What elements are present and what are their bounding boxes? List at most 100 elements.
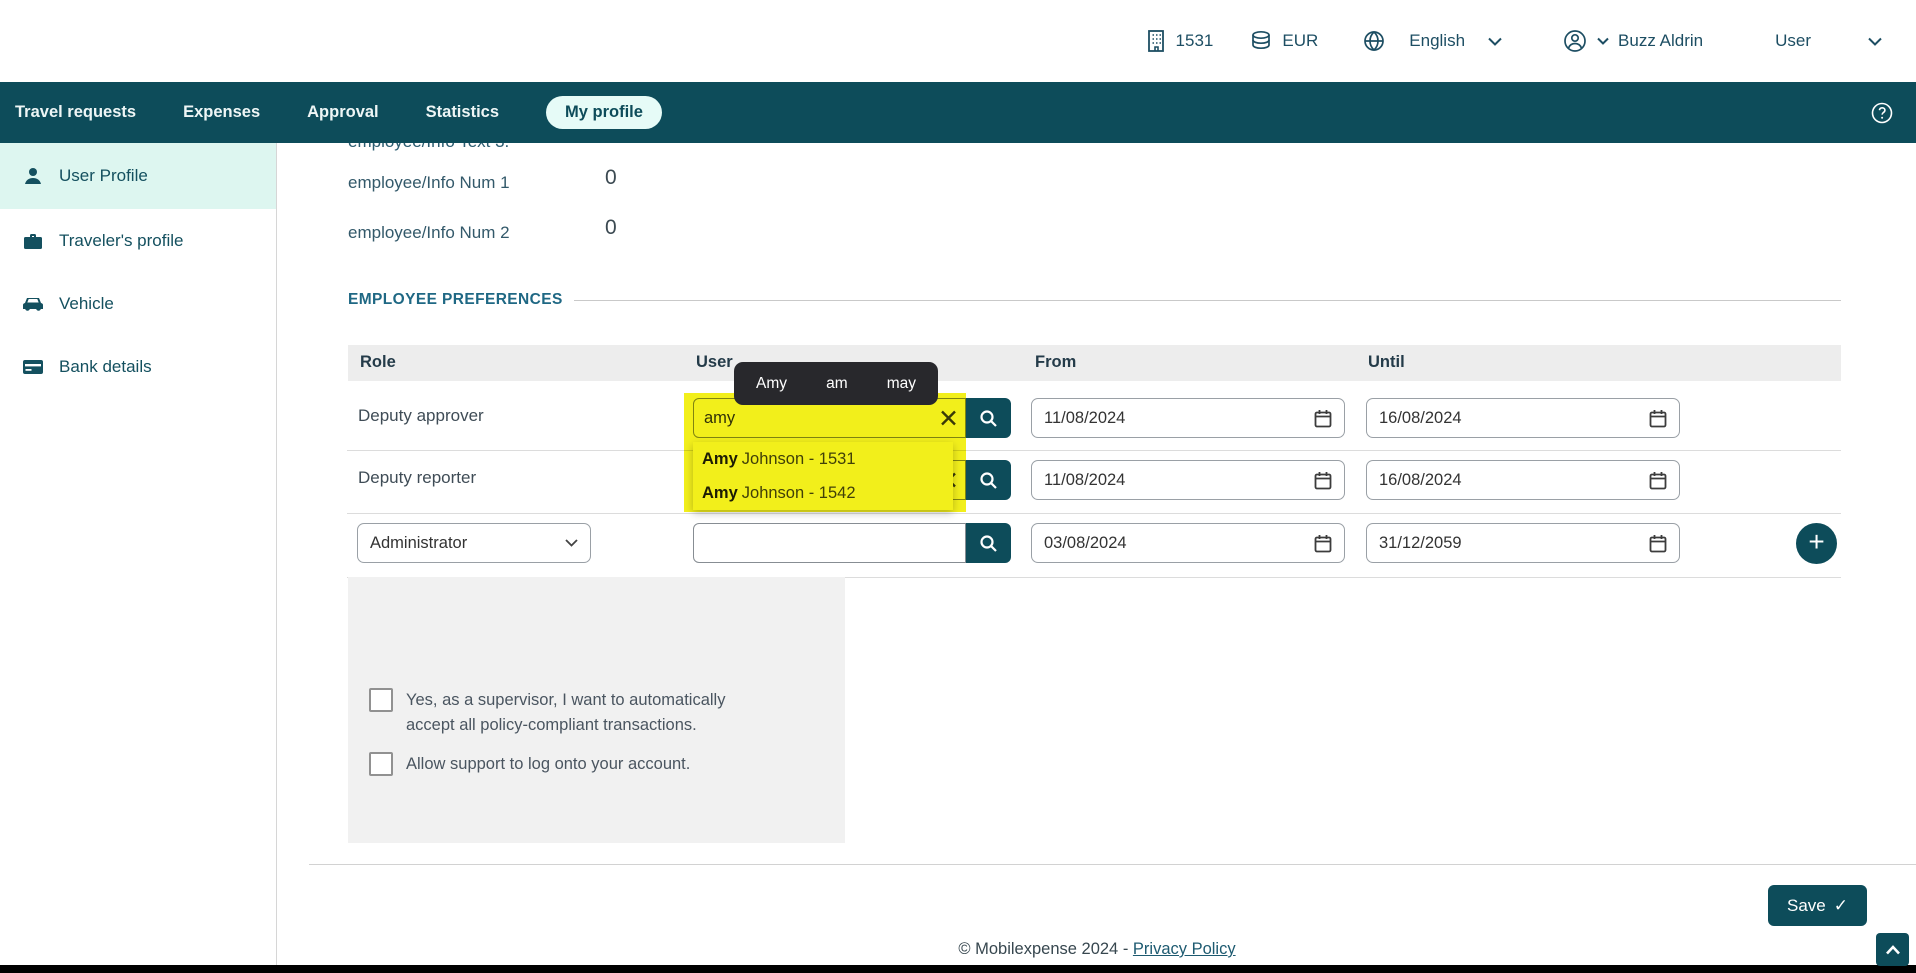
spellcheck-suggestion[interactable]: may [887,375,916,393]
coins-icon [1249,30,1273,52]
autocomplete-rest: Johnson - 1542 [742,484,856,503]
date-value: 16/08/2024 [1379,409,1462,428]
sidebar-item-bank-details[interactable]: Bank details [0,335,276,398]
calendar-icon [1649,409,1667,428]
role-label: User [1775,31,1811,51]
field-label-info-num-2: employee/Info Num 2 [348,223,510,243]
checkbox-icon[interactable] [369,752,393,776]
chevron-down-icon [1488,37,1502,46]
date-value: 03/08/2024 [1044,534,1127,553]
chevron-down-icon [1868,37,1882,46]
section-title-employee-preferences: EMPLOYEE PREFERENCES [348,291,563,309]
chevron-down-icon [1597,37,1609,45]
save-button[interactable]: Save ✓ [1768,885,1867,926]
column-user: User [696,353,733,372]
column-role: Role [360,353,396,372]
nav-travel-requests[interactable]: Travel requests [15,103,136,122]
help-icon[interactable] [1870,101,1894,125]
search-button-row1[interactable] [966,398,1011,438]
from-date-row1[interactable]: 11/08/2024 [1031,398,1345,438]
topbar: 1531 EUR En [0,0,1916,82]
profile-sidebar: User Profile Traveler's profile Vehicle [0,143,277,965]
chevron-down-icon [565,539,578,547]
role-label-deputy-approver: Deputy approver [358,406,484,426]
check-icon: ✓ [1834,896,1848,916]
globe-icon [1362,29,1386,53]
from-date-row3[interactable]: 03/08/2024 [1031,523,1345,563]
role-select-administrator[interactable]: Administrator [357,523,591,563]
field-label-info-num-1: employee/Info Num 1 [348,173,510,193]
autocomplete-item[interactable]: Amy Johnson - 1542 [693,476,953,510]
sidebar-item-travelers-profile[interactable]: Traveler's profile [0,209,276,272]
nav-statistics[interactable]: Statistics [426,103,499,122]
supervisor-panel: ✓ Yes, as a supervisor, I want to automa… [348,577,845,843]
briefcase-icon [22,232,44,250]
date-value: 31/12/2059 [1379,534,1462,553]
preferences-table-header: Role User From Until [348,345,1841,381]
scroll-to-top-button[interactable] [1876,933,1909,966]
date-value: 11/08/2024 [1044,471,1125,490]
search-button-row3[interactable] [966,523,1011,563]
date-value: 16/08/2024 [1379,471,1462,490]
section-divider [574,300,1841,301]
user-circle-icon [1562,28,1588,54]
nav-my-profile[interactable]: My profile [546,96,662,129]
checkbox-icon[interactable] [369,688,393,712]
nav-expenses[interactable]: Expenses [183,103,260,122]
car-icon [22,296,44,312]
entity-selector[interactable]: 1531 [1145,29,1214,53]
role-dropdown[interactable]: User [1775,31,1882,51]
nav-approval[interactable]: Approval [307,103,379,122]
field-value-info-num-1: 0 [605,166,617,190]
spellcheck-suggestion[interactable]: Amy [756,375,787,393]
sidebar-item-vehicle[interactable]: Vehicle [0,272,276,335]
until-date-row1[interactable]: 16/08/2024 [1366,398,1680,438]
calendar-icon [1314,534,1332,553]
sidebar-item-label: Traveler's profile [59,231,184,251]
save-label: Save [1787,896,1826,916]
sidebar-item-label: User Profile [59,166,148,186]
calendar-icon [1649,471,1667,490]
spellcheck-suggestion[interactable]: am [826,375,848,393]
calendar-icon [1649,534,1667,553]
main-nav: Travel requests Expenses Approval Statis… [0,82,1916,143]
autocomplete-rest: Johnson - 1531 [742,450,856,469]
role-label-deputy-reporter: Deputy reporter [358,468,476,488]
bottom-edge-strip [0,965,1916,973]
currency-code: EUR [1282,31,1318,51]
row-divider [347,450,1841,451]
plus-icon: + [1808,528,1824,556]
currency-selector[interactable]: EUR [1249,30,1318,52]
calendar-icon [1314,409,1332,428]
from-date-row2[interactable]: 11/08/2024 [1031,460,1345,500]
clear-icon[interactable] [940,410,957,427]
column-until: Until [1368,353,1405,372]
checkbox-label: Allow support to log onto your account. [406,752,690,777]
add-row-button[interactable]: + [1796,523,1837,564]
autocomplete-item[interactable]: Amy Johnson - 1531 [693,442,953,476]
checkbox-auto-accept[interactable]: Yes, as a supervisor, I want to automati… [369,688,746,738]
user-profile-content: employee/Info Text 3. employee/Info Num … [278,143,1916,965]
user-search-input-row3[interactable] [693,523,966,563]
selected-role: Administrator [370,534,467,553]
user-menu[interactable]: Buzz Aldrin [1562,28,1703,54]
building-icon [1145,29,1167,53]
until-date-row3[interactable]: 31/12/2059 [1366,523,1680,563]
date-value: 11/08/2024 [1044,409,1125,428]
language-label: English [1409,31,1465,51]
until-date-row2[interactable]: 16/08/2024 [1366,460,1680,500]
row-divider [347,513,1841,514]
language-selector[interactable]: English [1362,29,1502,53]
search-button-row2[interactable] [966,460,1011,500]
copyright-text: © Mobilexpense 2024 - [958,940,1133,958]
privacy-policy-link[interactable]: Privacy Policy [1133,940,1236,958]
checkbox-allow-support[interactable]: Allow support to log onto your account. [369,752,690,777]
autocomplete-match: Amy [702,450,738,469]
field-value-info-num-2: 0 [605,216,617,240]
entity-id: 1531 [1176,31,1214,51]
sidebar-item-label: Vehicle [59,294,114,314]
page-footer: © Mobilexpense 2024 - Privacy Policy [278,940,1916,959]
sidebar-item-user-profile[interactable]: User Profile [0,143,276,209]
calendar-icon [1314,471,1332,490]
clipped-field-label: employee/Info Text 3. [348,143,509,152]
